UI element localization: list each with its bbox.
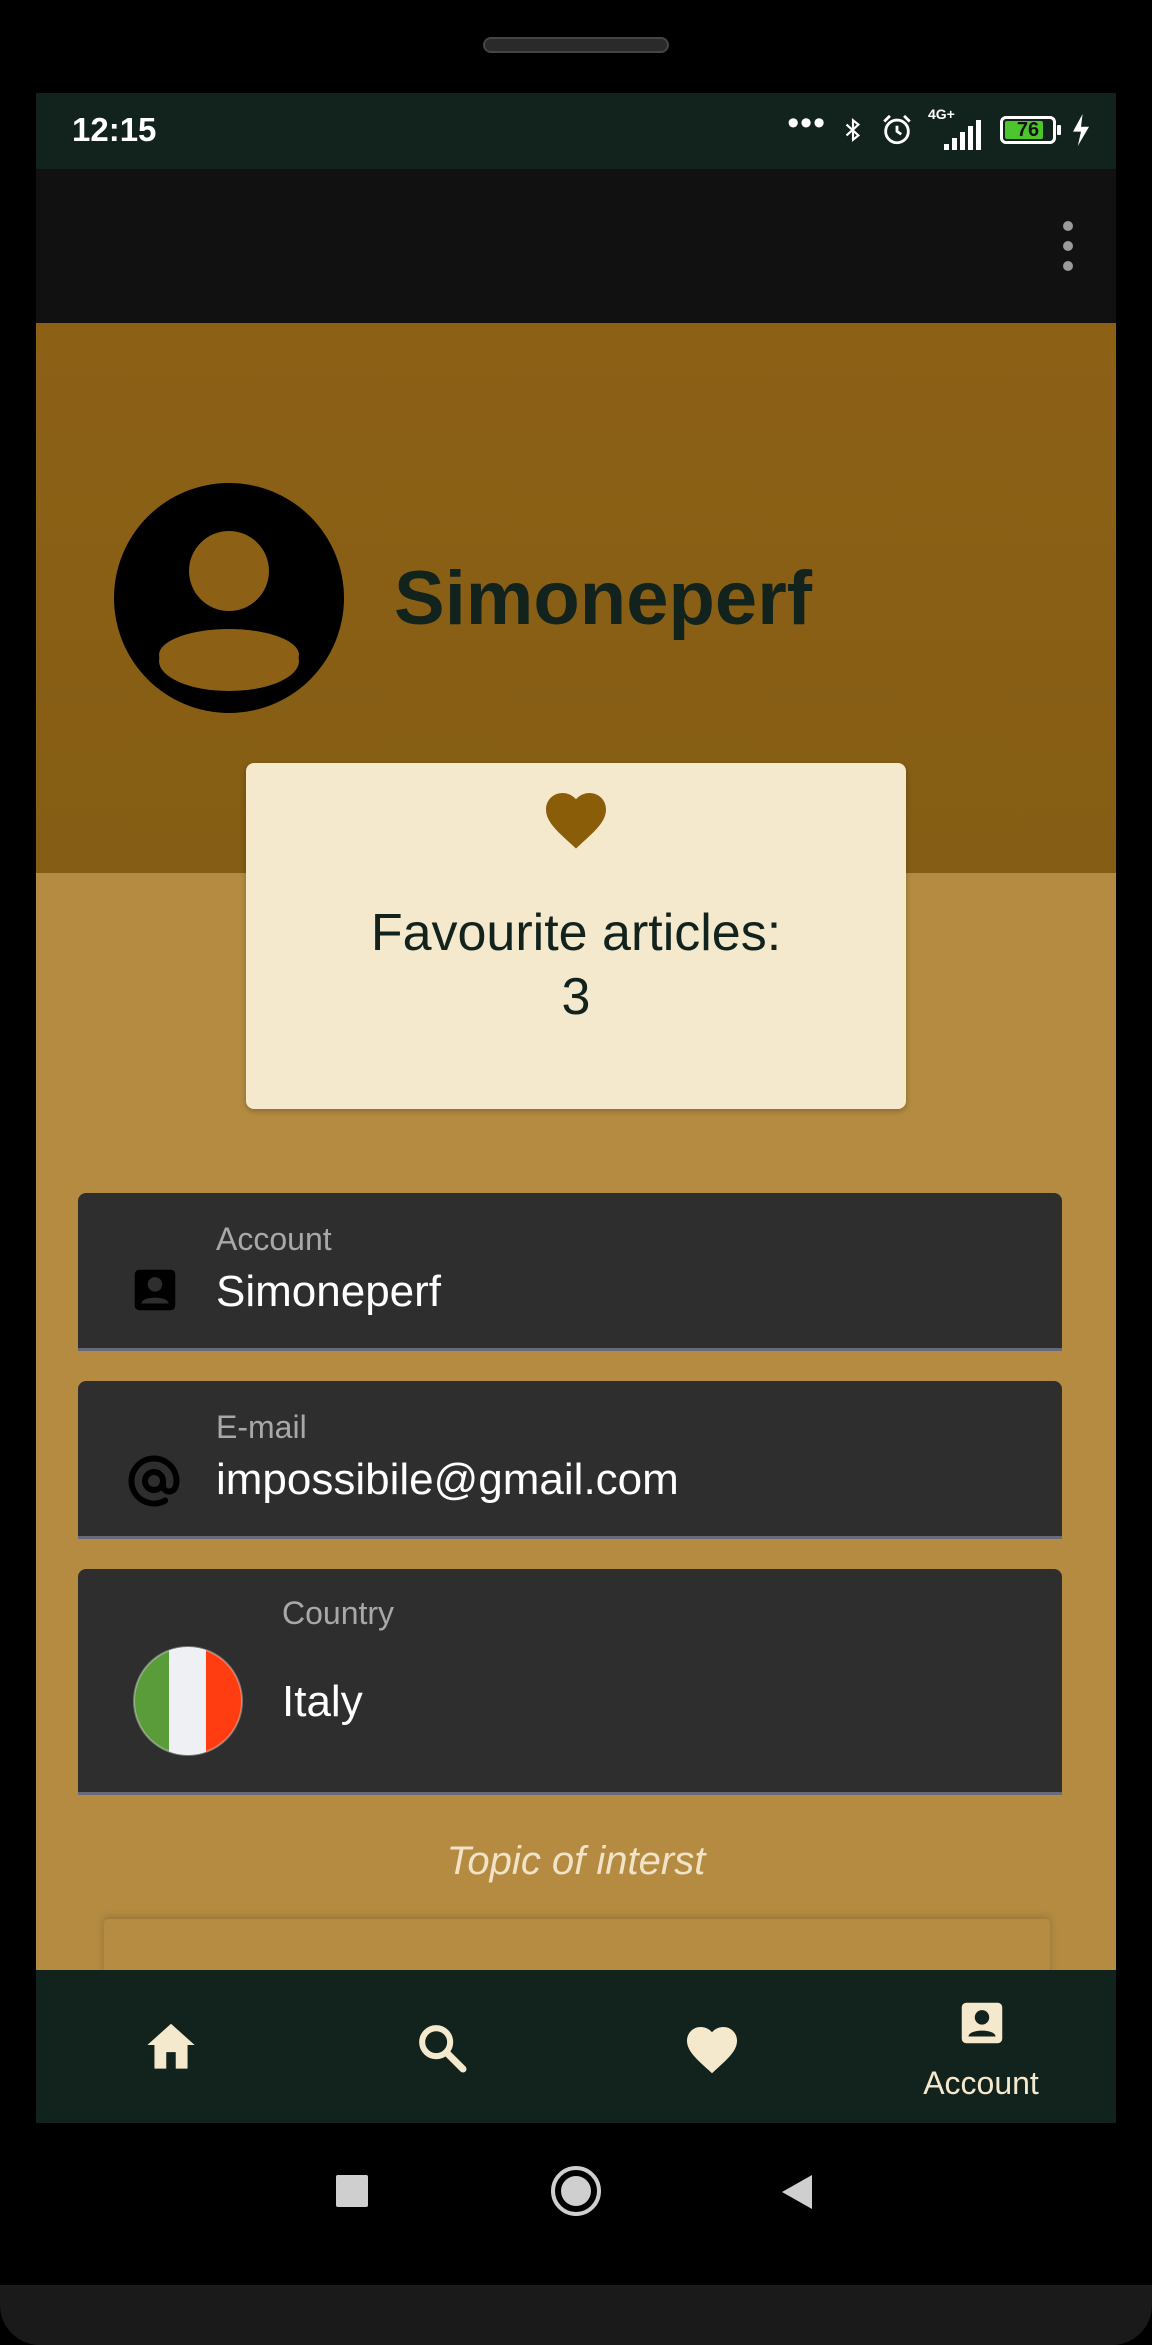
app-bar xyxy=(36,169,1116,323)
phone-speaker xyxy=(483,37,669,53)
account-circle-icon xyxy=(114,483,344,713)
nav-item-favourites[interactable] xyxy=(576,1970,846,2123)
country-field-label: Country xyxy=(282,1595,395,1631)
more-vert-icon[interactable] xyxy=(1056,221,1080,271)
account-box-icon xyxy=(134,1269,176,1311)
battery-level: 76 xyxy=(1016,118,1040,141)
country-field[interactable]: Country Italy xyxy=(78,1569,1062,1795)
alarm-icon xyxy=(883,114,911,145)
account-field-label: Account xyxy=(216,1221,332,1257)
phone-frame: 12:15 ••• 4G+ 76 Simoneperf Favourite ar… xyxy=(0,0,1152,2345)
dots-icon: ••• xyxy=(787,104,826,142)
nav-item-search[interactable] xyxy=(306,1970,576,2123)
topics-title: Topic of interst xyxy=(446,1839,706,1883)
back-button[interactable] xyxy=(780,2173,814,2211)
app-screen: 12:15 ••• 4G+ 76 Simoneperf Favourite ar… xyxy=(36,93,1116,2123)
country-field-value: Italy xyxy=(282,1677,363,1726)
at-sign-icon xyxy=(128,1455,180,1507)
signal-icon: 4G+ xyxy=(928,106,986,150)
status-icons: ••• 4G+ 76 xyxy=(787,104,1092,153)
charging-icon xyxy=(1073,114,1089,146)
bottom-navigation: Account xyxy=(36,1970,1116,2123)
bluetooth-icon xyxy=(845,117,861,143)
favourites-card[interactable]: Favourite articles: 3 xyxy=(246,763,906,1109)
email-field[interactable]: E-mail impossibile@gmail.com xyxy=(78,1381,1062,1539)
heart-icon xyxy=(546,793,606,849)
status-bar: 12:15 ••• 4G+ 76 xyxy=(36,93,1116,169)
account-field[interactable]: Account Simoneperf xyxy=(78,1193,1062,1351)
favourites-label: Favourite articles: xyxy=(370,904,782,962)
home-button[interactable] xyxy=(550,2165,602,2217)
email-field-value: impossibile@gmail.com xyxy=(216,1455,679,1504)
heart-icon xyxy=(687,2027,737,2074)
favourites-text: Favourite articles: 3 xyxy=(246,901,906,1029)
account-box-icon xyxy=(961,2002,1003,2044)
italy-flag-icon xyxy=(133,1646,243,1756)
favourites-count: 3 xyxy=(561,968,591,1026)
home-icon xyxy=(147,2023,195,2069)
recents-button[interactable] xyxy=(336,2175,368,2207)
nav-item-home[interactable] xyxy=(36,1970,306,2123)
battery-icon: 76 xyxy=(1000,116,1061,144)
nav-label-account: Account xyxy=(923,2065,1039,2101)
status-time: 12:15 xyxy=(72,111,157,148)
account-field-value: Simoneperf xyxy=(216,1267,442,1316)
phone-chin xyxy=(0,2285,1152,2345)
search-icon xyxy=(419,2025,467,2073)
system-navigation-bar xyxy=(0,2123,1152,2263)
profile-username: Simoneperf xyxy=(394,556,813,641)
nav-item-account[interactable]: Account xyxy=(846,1970,1116,2123)
email-field-label: E-mail xyxy=(216,1409,307,1445)
